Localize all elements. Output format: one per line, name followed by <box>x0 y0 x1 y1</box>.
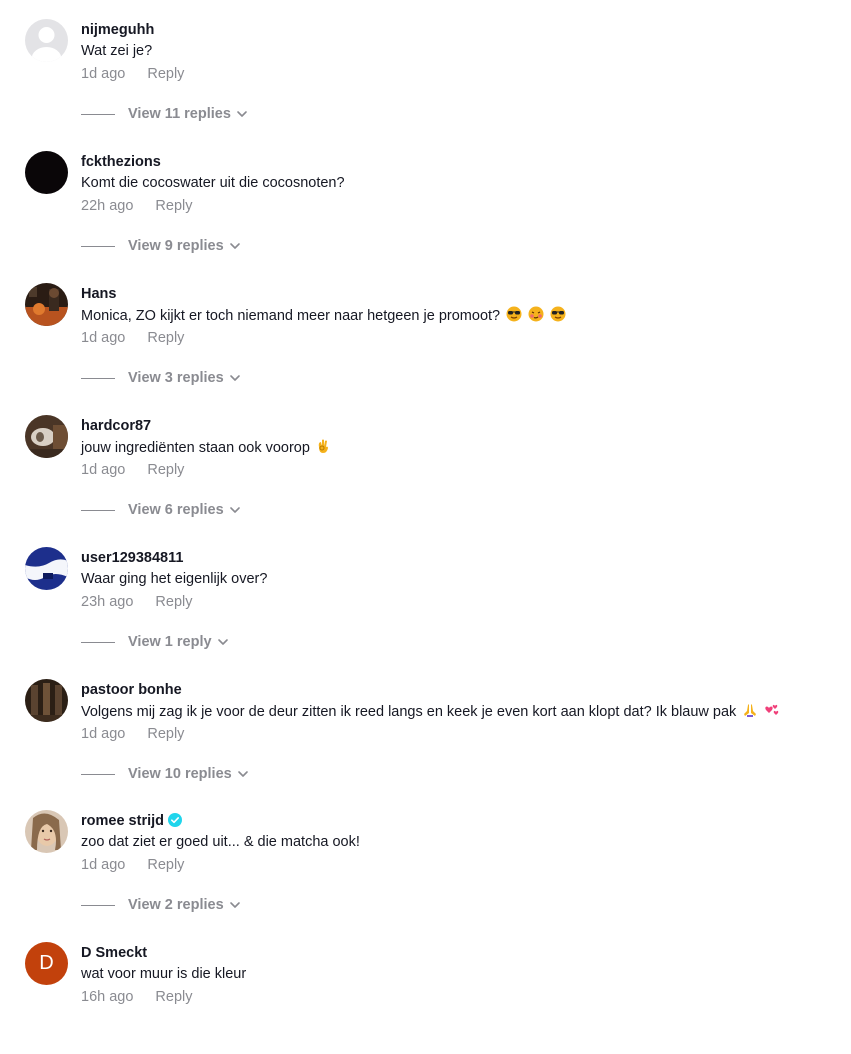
folded-hands-emoji-icon <box>742 702 758 723</box>
reply-button[interactable]: Reply <box>155 594 192 610</box>
comment-item: Hans Monica, ZO kijkt er toch niemand me… <box>0 264 851 395</box>
comment-text: Monica, ZO kijkt er toch niemand meer na… <box>81 306 566 327</box>
comment-username[interactable]: user129384811 <box>81 549 183 567</box>
comment-item: romee strijd zoo dat ziet er goed uit...… <box>0 791 851 922</box>
chevron-down-icon <box>229 237 241 255</box>
comment-meta: 1d ago Reply <box>81 329 184 347</box>
chevron-down-icon <box>229 369 241 387</box>
comment-time: 1d ago <box>81 66 126 82</box>
view-replies-label: View 2 replies <box>128 897 224 913</box>
avatar[interactable] <box>25 415 68 458</box>
comment-item: pastoor bonhe Volgens mij zag ik je voor… <box>0 660 851 791</box>
comment-text: jouw ingrediënten staan ook voorop <box>81 438 330 459</box>
comment-item: fckthezions Komt die cocoswater uit die … <box>0 132 851 263</box>
divider-line <box>81 509 115 511</box>
chevron-down-icon <box>237 765 249 783</box>
view-replies-label: View 9 replies <box>128 238 224 254</box>
chevron-down-icon <box>236 105 248 123</box>
reply-button[interactable]: Reply <box>155 198 192 214</box>
comment-text: Wat zei je? <box>81 43 153 59</box>
avatar[interactable] <box>25 810 68 853</box>
view-replies-button[interactable]: View 6 replies <box>81 500 241 520</box>
revolving-hearts-emoji-icon <box>764 702 780 723</box>
avatar-letter: D <box>39 952 54 974</box>
comment-text: Komt die cocoswater uit die cocosnoten? <box>81 175 345 191</box>
view-replies-button[interactable]: View 9 replies <box>81 236 241 256</box>
comment-item: D D Smeckt wat voor muur is die kleur 16… <box>0 923 851 1054</box>
view-replies-label: View 1 reply <box>128 634 212 650</box>
view-replies-button[interactable]: View 1 reply <box>81 632 229 652</box>
comment-time: 1d ago <box>81 462 126 478</box>
avatar[interactable] <box>25 19 68 62</box>
avatar[interactable] <box>25 283 68 326</box>
comment-text-body: jouw ingrediënten staan ook voorop <box>81 440 310 456</box>
view-replies-button[interactable]: View 11 replies <box>81 104 248 124</box>
divider-line <box>81 113 115 115</box>
view-replies-label: View 3 replies <box>128 370 224 386</box>
comment-text: zoo dat ziet er goed uit... & die matcha… <box>81 834 360 850</box>
comment-item: hardcor87 jouw ingrediënten staan ook vo… <box>0 396 851 527</box>
comment-meta: 1d ago Reply <box>81 725 184 743</box>
comment-meta: 1d ago Reply <box>81 856 184 874</box>
avatar[interactable] <box>25 679 68 722</box>
view-replies-label: View 6 replies <box>128 502 224 518</box>
chevron-down-icon <box>217 633 229 651</box>
sunglasses-emoji-icon <box>506 306 522 327</box>
divider-line <box>81 377 115 379</box>
avatar[interactable] <box>25 547 68 590</box>
avatar[interactable]: D <box>25 942 68 985</box>
drunk-face-emoji-icon <box>528 306 544 327</box>
view-replies-label: View 11 replies <box>128 106 231 122</box>
comment-username[interactable]: nijmeguhh <box>81 21 154 39</box>
comment-meta: 16h ago Reply <box>81 988 193 1006</box>
divider-line <box>81 904 115 906</box>
reply-button[interactable]: Reply <box>147 726 184 742</box>
view-replies-button[interactable]: View 3 replies <box>81 368 241 388</box>
divider-line <box>81 245 115 247</box>
comment-time: 16h ago <box>81 989 134 1005</box>
chevron-down-icon <box>229 896 241 914</box>
comment-time: 22h ago <box>81 198 134 214</box>
comment-username[interactable]: pastoor bonhe <box>81 681 182 699</box>
ok-hand-emoji-icon <box>316 438 330 459</box>
comment-meta: 23h ago Reply <box>81 593 193 611</box>
comment-username[interactable]: Hans <box>81 285 116 303</box>
reply-button[interactable]: Reply <box>147 857 184 873</box>
comment-username[interactable]: D Smeckt <box>81 944 147 962</box>
view-replies-label: View 10 replies <box>128 766 232 782</box>
verified-badge-icon <box>168 813 182 832</box>
comment-item: user129384811 Waar ging het eigenlijk ov… <box>0 528 851 659</box>
reply-button[interactable]: Reply <box>147 330 184 346</box>
comment-time: 1d ago <box>81 857 126 873</box>
divider-line <box>81 773 115 775</box>
comment-time: 1d ago <box>81 726 126 742</box>
chevron-down-icon <box>229 501 241 519</box>
sunglasses-emoji-icon <box>550 306 566 327</box>
comment-time: 23h ago <box>81 594 134 610</box>
comment-username[interactable]: hardcor87 <box>81 417 151 435</box>
avatar[interactable] <box>25 151 68 194</box>
comment-text: Volgens mij zag ik je voor de deur zitte… <box>81 702 780 723</box>
comment-text-body: Monica, ZO kijkt er toch niemand meer na… <box>81 308 501 324</box>
reply-button[interactable]: Reply <box>147 462 184 478</box>
comment-meta: 1d ago Reply <box>81 65 184 83</box>
reply-button[interactable]: Reply <box>155 989 192 1005</box>
reply-button[interactable]: Reply <box>147 66 184 82</box>
comment-meta: 22h ago Reply <box>81 197 193 215</box>
comment-item: nijmeguhh Wat zei je? 1d ago Reply View 1… <box>0 0 851 131</box>
comment-text: wat voor muur is die kleur <box>81 966 247 982</box>
divider-line <box>81 641 115 643</box>
comment-text: Waar ging het eigenlijk over? <box>81 571 268 587</box>
view-replies-button[interactable]: View 2 replies <box>81 895 241 915</box>
comment-time: 1d ago <box>81 330 126 346</box>
view-replies-button[interactable]: View 10 replies <box>81 764 249 784</box>
comment-username[interactable]: fckthezions <box>81 153 161 171</box>
comment-username-row: romee strijd <box>81 812 182 832</box>
comment-text-body: Volgens mij zag ik je voor de deur zitte… <box>81 704 737 720</box>
comment-username[interactable]: romee strijd <box>81 813 164 829</box>
comment-meta: 1d ago Reply <box>81 461 184 479</box>
